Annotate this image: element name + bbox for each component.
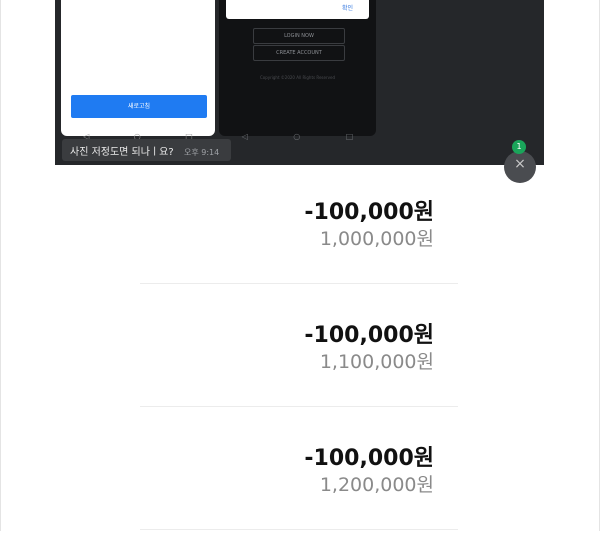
refresh-button: 새로고침 (71, 95, 207, 118)
unread-badge: 1 (512, 140, 526, 154)
transaction-balance: 1,200,000원 (319, 474, 434, 496)
close-button[interactable]: × (504, 151, 536, 183)
transaction-amount: -100,000원 (304, 323, 434, 348)
transaction-item[interactable]: -100,000원 1,000,000원 (140, 194, 458, 314)
chat-message-time: 오후 9:14 (184, 148, 220, 157)
transaction-item[interactable]: -100,000원 1,200,000원 (140, 440, 458, 560)
transaction-amount: -100,000원 (304, 446, 434, 471)
right-phone-screenshot: 확인 LOGIN NOW CREATE ACCOUNT Copyright ©2… (219, 0, 376, 141)
dialog-ok-button: 확인 (341, 5, 353, 12)
transaction-amount: -100,000원 (304, 200, 434, 225)
divider (140, 283, 458, 284)
transaction-balance: 1,100,000원 (319, 351, 434, 373)
back-icon: ◁ (241, 131, 248, 141)
create-account-button: CREATE ACCOUNT (253, 45, 345, 61)
left-border (0, 0, 1, 531)
left-phone-screenshot: 새로고침 ◁ ○ □ (61, 0, 215, 141)
right-phone-nav-bar: ◁ ○ □ (219, 131, 376, 141)
transaction-item[interactable]: -100,000원 1,100,000원 (140, 317, 458, 437)
chat-message-text: 사진 저정도면 되나ㅣ요? (70, 147, 174, 158)
recent-apps-icon: □ (345, 131, 354, 141)
home-icon: ○ (293, 131, 301, 141)
divider (140, 529, 458, 530)
login-now-button: LOGIN NOW (253, 28, 345, 44)
transaction-balance: 1,000,000원 (319, 228, 434, 250)
chat-message-bubble[interactable]: 사진 저정도면 되나ㅣ요? 오후 9:14 (62, 139, 231, 161)
copyright-text: Copyright ©2020 All Rights Reserved (259, 75, 335, 80)
confirm-dialog: 확인 (226, 0, 369, 19)
divider (140, 406, 458, 407)
close-icon: × (514, 156, 526, 172)
